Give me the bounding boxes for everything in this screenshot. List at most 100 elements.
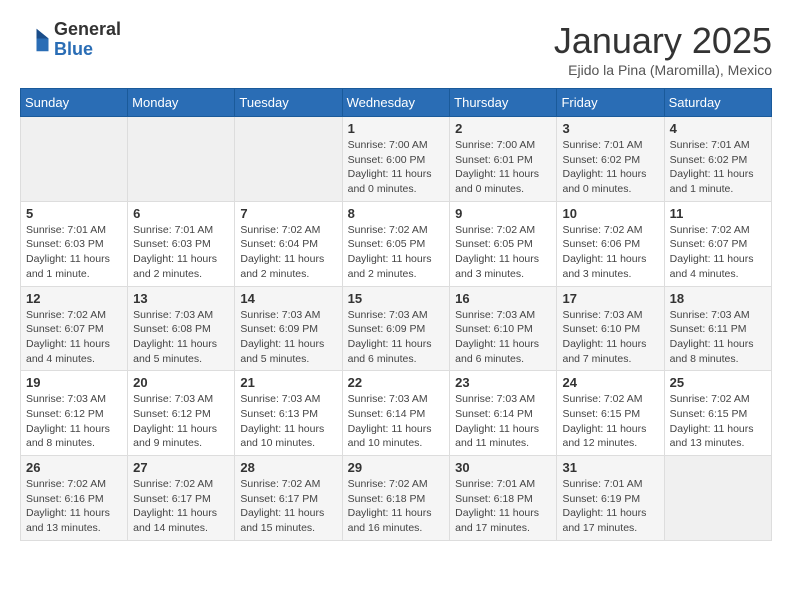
- calendar-cell: 4 Sunrise: 7:01 AM Sunset: 6:02 PM Daylig…: [664, 117, 771, 202]
- day-info: Sunrise: 7:03 AM Sunset: 6:12 PM Dayligh…: [26, 392, 122, 451]
- calendar-cell: 10 Sunrise: 7:02 AM Sunset: 6:06 PM Dayli…: [557, 201, 664, 286]
- day-info: Sunrise: 7:02 AM Sunset: 6:15 PM Dayligh…: [562, 392, 658, 451]
- day-number: 10: [562, 206, 658, 221]
- day-number: 7: [240, 206, 336, 221]
- weekday-header-sunday: Sunday: [21, 89, 128, 117]
- day-number: 20: [133, 375, 229, 390]
- day-number: 2: [455, 121, 551, 136]
- calendar-cell: [128, 117, 235, 202]
- calendar-cell: 21Sunrise: 7:03 AM Sunset: 6:13 PM Dayli…: [235, 371, 342, 456]
- day-number: 5: [26, 206, 122, 221]
- day-info: Sunrise: 7:01 AM Sunset: 6:19 PM Dayligh…: [562, 477, 658, 536]
- calendar-cell: 9Sunrise: 7:02 AM Sunset: 6:05 PM Daylig…: [450, 201, 557, 286]
- day-info: Sunrise: 7:00 AM Sunset: 6:01 PM Dayligh…: [455, 138, 551, 197]
- day-info: Sunrise: 7:01 AM Sunset: 6:02 PM Dayligh…: [670, 138, 766, 197]
- day-number: 4: [670, 121, 766, 136]
- calendar-cell: 26Sunrise: 7:02 AM Sunset: 6:16 PM Dayli…: [21, 456, 128, 541]
- day-number: 9: [455, 206, 551, 221]
- day-info: Sunrise: 7:02 AM Sunset: 6:15 PM Dayligh…: [670, 392, 766, 451]
- day-info: Sunrise: 7:01 AM Sunset: 6:18 PM Dayligh…: [455, 477, 551, 536]
- day-info: Sunrise: 7:03 AM Sunset: 6:09 PM Dayligh…: [348, 308, 445, 367]
- day-number: 21: [240, 375, 336, 390]
- calendar-subtitle: Ejido la Pina (Maromilla), Mexico: [554, 62, 772, 78]
- day-info: Sunrise: 7:01 AM Sunset: 6:02 PM Dayligh…: [562, 138, 658, 197]
- calendar-cell: 20 Sunrise: 7:03 AM Sunset: 6:12 PM Dayli…: [128, 371, 235, 456]
- day-info: Sunrise: 7:02 AM Sunset: 6:17 PM Dayligh…: [240, 477, 336, 536]
- week-row-1: 1 Sunrise: 7:00 AM Sunset: 6:00 PM Daylig…: [21, 117, 772, 202]
- day-info: Sunrise: 7:03 AM Sunset: 6:14 PM Dayligh…: [348, 392, 445, 451]
- weekday-header-tuesday: Tuesday: [235, 89, 342, 117]
- calendar-cell: 25 Sunrise: 7:02 AM Sunset: 6:15 PM Dayli…: [664, 371, 771, 456]
- page-header: General Blue January 2025 Ejido la Pina …: [20, 20, 772, 78]
- logo-text: General Blue: [54, 20, 121, 60]
- logo-general: General: [54, 20, 121, 40]
- calendar-cell: 2 Sunrise: 7:00 AM Sunset: 6:01 PM Daylig…: [450, 117, 557, 202]
- day-number: 15: [348, 291, 445, 306]
- day-info: Sunrise: 7:02 AM Sunset: 6:05 PM Dayligh…: [348, 223, 445, 282]
- day-number: 18: [670, 291, 766, 306]
- calendar-cell: 16Sunrise: 7:03 AM Sunset: 6:10 PM Dayli…: [450, 286, 557, 371]
- day-info: Sunrise: 7:03 AM Sunset: 6:12 PM Dayligh…: [133, 392, 229, 451]
- day-info: Sunrise: 7:02 AM Sunset: 6:18 PM Dayligh…: [348, 477, 445, 536]
- calendar-cell: 28 Sunrise: 7:02 AM Sunset: 6:17 PM Dayli…: [235, 456, 342, 541]
- week-row-4: 19 Sunrise: 7:03 AM Sunset: 6:12 PM Dayli…: [21, 371, 772, 456]
- day-number: 3: [562, 121, 658, 136]
- calendar-cell: 23Sunrise: 7:03 AM Sunset: 6:14 PM Dayli…: [450, 371, 557, 456]
- calendar-cell: [664, 456, 771, 541]
- calendar-cell: 6 Sunrise: 7:01 AM Sunset: 6:03 PM Daylig…: [128, 201, 235, 286]
- day-info: Sunrise: 7:02 AM Sunset: 6:16 PM Dayligh…: [26, 477, 122, 536]
- weekday-header-wednesday: Wednesday: [342, 89, 450, 117]
- calendar-cell: 15 Sunrise: 7:03 AM Sunset: 6:09 PM Dayli…: [342, 286, 450, 371]
- day-number: 24: [562, 375, 658, 390]
- weekday-header-monday: Monday: [128, 89, 235, 117]
- day-number: 23: [455, 375, 551, 390]
- calendar-cell: 31Sunrise: 7:01 AM Sunset: 6:19 PM Dayli…: [557, 456, 664, 541]
- day-number: 22: [348, 375, 445, 390]
- calendar-cell: 12 Sunrise: 7:02 AM Sunset: 6:07 PM Dayli…: [21, 286, 128, 371]
- calendar-cell: 8 Sunrise: 7:02 AM Sunset: 6:05 PM Daylig…: [342, 201, 450, 286]
- week-row-2: 5 Sunrise: 7:01 AM Sunset: 6:03 PM Daylig…: [21, 201, 772, 286]
- day-number: 12: [26, 291, 122, 306]
- day-number: 11: [670, 206, 766, 221]
- day-number: 8: [348, 206, 445, 221]
- day-number: 27: [133, 460, 229, 475]
- calendar-cell: 5 Sunrise: 7:01 AM Sunset: 6:03 PM Daylig…: [21, 201, 128, 286]
- day-info: Sunrise: 7:02 AM Sunset: 6:07 PM Dayligh…: [26, 308, 122, 367]
- day-info: Sunrise: 7:03 AM Sunset: 6:11 PM Dayligh…: [670, 308, 766, 367]
- day-info: Sunrise: 7:01 AM Sunset: 6:03 PM Dayligh…: [133, 223, 229, 282]
- calendar-cell: 19 Sunrise: 7:03 AM Sunset: 6:12 PM Dayli…: [21, 371, 128, 456]
- day-number: 14: [240, 291, 336, 306]
- calendar-cell: 30Sunrise: 7:01 AM Sunset: 6:18 PM Dayli…: [450, 456, 557, 541]
- day-info: Sunrise: 7:03 AM Sunset: 6:10 PM Dayligh…: [562, 308, 658, 367]
- day-info: Sunrise: 7:01 AM Sunset: 6:03 PM Dayligh…: [26, 223, 122, 282]
- weekday-header-friday: Friday: [557, 89, 664, 117]
- calendar-title: January 2025: [554, 20, 772, 62]
- day-info: Sunrise: 7:00 AM Sunset: 6:00 PM Dayligh…: [348, 138, 445, 197]
- day-number: 6: [133, 206, 229, 221]
- weekday-header-row: SundayMondayTuesdayWednesdayThursdayFrid…: [21, 89, 772, 117]
- day-number: 1: [348, 121, 445, 136]
- day-number: 17: [562, 291, 658, 306]
- calendar-cell: 24 Sunrise: 7:02 AM Sunset: 6:15 PM Dayli…: [557, 371, 664, 456]
- day-info: Sunrise: 7:03 AM Sunset: 6:10 PM Dayligh…: [455, 308, 551, 367]
- calendar-cell: 14Sunrise: 7:03 AM Sunset: 6:09 PM Dayli…: [235, 286, 342, 371]
- calendar-cell: 17 Sunrise: 7:03 AM Sunset: 6:10 PM Dayli…: [557, 286, 664, 371]
- calendar-table: SundayMondayTuesdayWednesdayThursdayFrid…: [20, 88, 772, 541]
- calendar-cell: 18 Sunrise: 7:03 AM Sunset: 6:11 PM Dayli…: [664, 286, 771, 371]
- week-row-3: 12 Sunrise: 7:02 AM Sunset: 6:07 PM Dayli…: [21, 286, 772, 371]
- week-row-5: 26Sunrise: 7:02 AM Sunset: 6:16 PM Dayli…: [21, 456, 772, 541]
- logo-blue: Blue: [54, 40, 121, 60]
- day-number: 13: [133, 291, 229, 306]
- day-info: Sunrise: 7:02 AM Sunset: 6:07 PM Dayligh…: [670, 223, 766, 282]
- day-info: Sunrise: 7:02 AM Sunset: 6:06 PM Dayligh…: [562, 223, 658, 282]
- day-number: 19: [26, 375, 122, 390]
- title-block: January 2025 Ejido la Pina (Maromilla), …: [554, 20, 772, 78]
- day-number: 25: [670, 375, 766, 390]
- calendar-cell: 29Sunrise: 7:02 AM Sunset: 6:18 PM Dayli…: [342, 456, 450, 541]
- calendar-cell: 7 Sunrise: 7:02 AM Sunset: 6:04 PM Daylig…: [235, 201, 342, 286]
- weekday-header-saturday: Saturday: [664, 89, 771, 117]
- day-info: Sunrise: 7:03 AM Sunset: 6:08 PM Dayligh…: [133, 308, 229, 367]
- logo-icon: [20, 25, 50, 55]
- day-info: Sunrise: 7:02 AM Sunset: 6:04 PM Dayligh…: [240, 223, 336, 282]
- day-number: 28: [240, 460, 336, 475]
